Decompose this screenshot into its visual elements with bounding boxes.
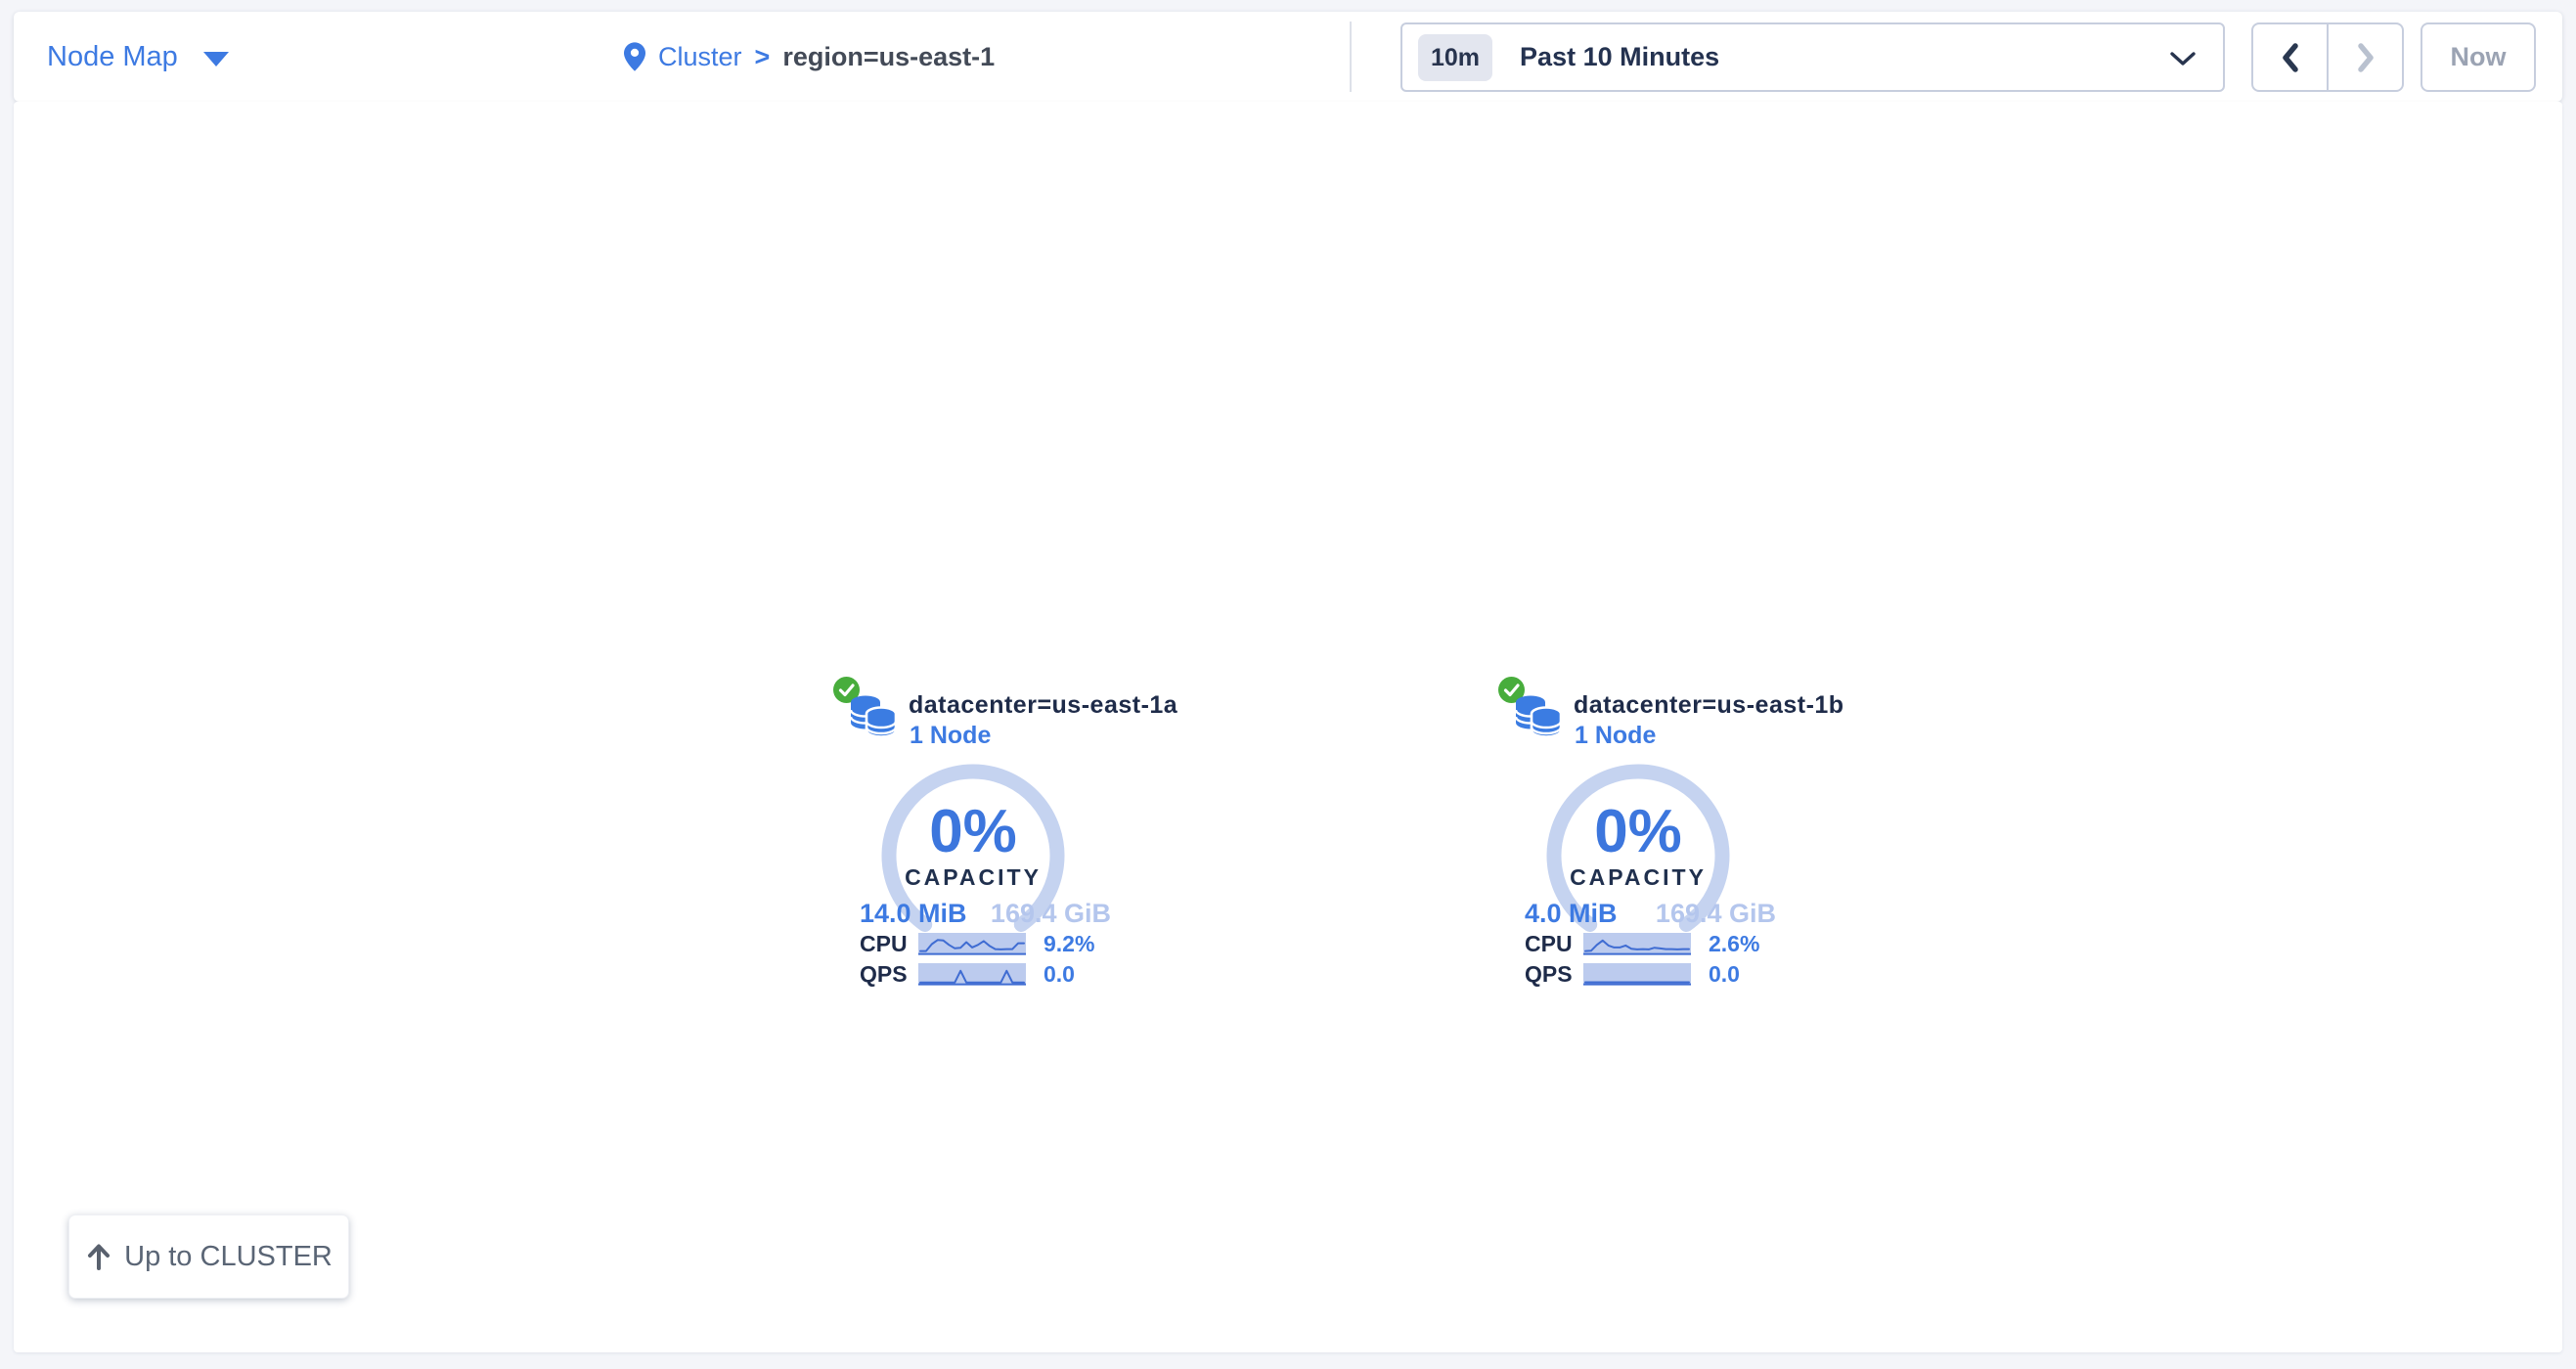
view-selector-label: Node Map (47, 41, 178, 73)
topbar-divider (1350, 22, 1352, 92)
capacity-label: CAPACITY (833, 864, 1113, 891)
qps-sparkline (1583, 963, 1691, 986)
node-map-canvas: datacenter=us-east-1a 1 Node 0% CAPACITY… (14, 102, 2562, 1352)
qps-label: QPS (860, 961, 918, 988)
node-map-page: Node Map Cluster > region=us-east-1 10m … (0, 0, 2576, 1369)
breadcrumb-separator: > (755, 42, 771, 72)
capacity-used: 14.0 MiB (860, 899, 967, 929)
cpu-value: 9.2% (1044, 931, 1094, 957)
database-stack-icon (1514, 693, 1563, 744)
capacity-used: 4.0 MiB (1525, 899, 1618, 929)
time-forward-button[interactable] (2329, 24, 2402, 90)
qps-value: 0.0 (1044, 961, 1075, 988)
now-button[interactable]: Now (2421, 22, 2536, 92)
cpu-metric-row: CPU 2.6% (1525, 932, 1759, 955)
qps-value: 0.0 (1709, 961, 1740, 988)
datacenter-card[interactable]: datacenter=us-east-1b 1 Node 0% CAPACITY… (1498, 675, 1792, 1007)
database-stack-icon (849, 693, 898, 744)
cpu-label: CPU (1525, 931, 1583, 957)
capacity-percentage: 0% (1498, 802, 1778, 862)
breadcrumb: Cluster > region=us-east-1 (624, 12, 995, 102)
capacity-total: 169.4 GiB (991, 899, 1111, 929)
time-range-dropdown[interactable]: 10m Past 10 Minutes (1400, 22, 2225, 92)
qps-label: QPS (1525, 961, 1583, 988)
capacity-label: CAPACITY (1498, 864, 1778, 891)
cpu-label: CPU (860, 931, 918, 957)
cpu-sparkline (1583, 933, 1691, 955)
chevron-down-icon (2170, 52, 2196, 66)
up-to-cluster-button[interactable]: Up to CLUSTER (68, 1214, 349, 1299)
location-pin-icon (624, 42, 645, 71)
capacity-percentage: 0% (833, 802, 1113, 862)
capacity-total: 169.4 GiB (1656, 899, 1776, 929)
datacenter-node-count: 1 Node (910, 722, 991, 750)
datacenter-node-count: 1 Node (1575, 722, 1656, 750)
time-pager (2251, 22, 2404, 92)
capacity-stats: 14.0 MiB 169.4 GiB (860, 899, 1111, 929)
datacenter-card[interactable]: datacenter=us-east-1a 1 Node 0% CAPACITY… (833, 675, 1127, 1007)
cpu-metric-row: CPU 9.2% (860, 932, 1094, 955)
up-to-cluster-label: Up to CLUSTER (124, 1241, 333, 1273)
datacenter-title: datacenter=us-east-1a (909, 691, 1177, 720)
breadcrumb-cluster-link[interactable]: Cluster (658, 42, 742, 72)
caret-down-icon (203, 52, 229, 66)
chevron-right-icon (2356, 42, 2376, 73)
qps-metric-row: QPS 0.0 (860, 962, 1075, 986)
up-arrow-icon (85, 1242, 112, 1271)
breadcrumb-current: region=us-east-1 (782, 42, 995, 72)
chevron-left-icon (2281, 42, 2300, 73)
time-range-badge: 10m (1418, 34, 1492, 81)
datacenter-title: datacenter=us-east-1b (1574, 691, 1844, 720)
qps-sparkline (918, 963, 1026, 986)
view-selector-dropdown[interactable]: Node Map (47, 12, 229, 102)
cpu-sparkline (918, 933, 1026, 955)
time-backward-button[interactable] (2253, 24, 2329, 90)
time-range-label: Past 10 Minutes (1520, 42, 1719, 72)
qps-metric-row: QPS 0.0 (1525, 962, 1740, 986)
cpu-value: 2.6% (1709, 931, 1759, 957)
capacity-stats: 4.0 MiB 169.4 GiB (1525, 899, 1776, 929)
topbar: Node Map Cluster > region=us-east-1 10m … (14, 12, 2562, 102)
